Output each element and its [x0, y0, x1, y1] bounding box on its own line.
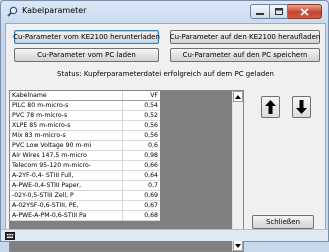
save-to-pc-button[interactable]: Cu-Parameter auf den PC speichern — [170, 48, 320, 62]
table-row[interactable]: A-2YF-0,4- STIII Full, 0,64 — [10, 171, 160, 181]
keyboard-icon — [5, 232, 15, 240]
minimize-button[interactable] — [250, 4, 270, 19]
table-row[interactable]: Air Wires 147,5 m-micro 0,98 — [10, 151, 160, 161]
vf-cell[interactable]: 0,98 — [123, 151, 160, 160]
cable-name-cell[interactable]: PILC 80 m-micro-s — [10, 101, 123, 110]
cable-name-cell[interactable]: XLPE 85 m-micro-s — [10, 121, 123, 130]
download-from-ke2100-button[interactable]: Cu-Parameter vom KE2100 herunterladen — [13, 30, 160, 44]
load-from-pc-button[interactable]: Cu-Parameter vom PC laden — [14, 48, 159, 62]
table-grid: Kabelname VF PILC 80 m-micro-s 0,54 PVC 7… — [10, 91, 160, 221]
move-up-button[interactable] — [261, 96, 280, 118]
cable-name-cell[interactable]: A-PWE-A-PM-0,6-STIII Pa — [10, 211, 123, 220]
move-down-button[interactable] — [292, 96, 311, 118]
vf-cell[interactable]: 0,54 — [123, 101, 160, 110]
arrow-up-icon — [265, 100, 276, 114]
cable-name-cell[interactable]: A-PWE-0,4-STIII Paper, — [10, 181, 123, 190]
cable-name-cell[interactable]: A-2YF-0,4- STIII Full, — [10, 171, 123, 180]
vf-cell[interactable]: 0,67 — [123, 201, 160, 210]
cable-name-cell[interactable]: A-02YSF-0,6-STIII, PE, — [10, 201, 123, 210]
maximize-icon — [274, 8, 283, 15]
table-row[interactable]: A-PWE-0,4-STIII Paper, 0,7 — [10, 181, 160, 191]
table-row[interactable]: XLPE 85 m-micro-s 0,56 — [10, 121, 160, 131]
minimize-icon — [256, 12, 264, 15]
table-row[interactable]: PVC 78 m-micro-s 0,52 — [10, 111, 160, 121]
cable-name-cell[interactable]: PVC 78 m-micro-s — [10, 111, 123, 120]
triangle-down-icon — [235, 243, 241, 248]
close-icon — [300, 7, 309, 16]
status-bar — [1, 229, 328, 241]
column-header-name[interactable]: Kabelname — [10, 91, 123, 100]
vf-cell[interactable]: 0,6 — [123, 141, 160, 150]
table-row[interactable]: -02Y-0,5-STIII Zell, P 0,69 — [10, 191, 160, 201]
scroll-up-button[interactable] — [233, 91, 243, 102]
cable-name-cell[interactable]: Mix 83 m-micro-s — [10, 131, 123, 140]
vf-cell[interactable]: 0,69 — [123, 191, 160, 200]
cable-name-cell[interactable]: Telecom 95-120 m-micro- — [10, 161, 123, 170]
table-row[interactable]: PILC 80 m-micro-s 0,54 — [10, 101, 160, 111]
triangle-up-icon — [235, 94, 241, 99]
cable-parameter-table[interactable]: Kabelname VF PILC 80 m-micro-s 0,54 PVC 7… — [9, 90, 244, 252]
arrow-down-icon — [296, 100, 307, 114]
table-header-row: Kabelname VF — [10, 91, 160, 101]
vertical-scrollbar[interactable] — [232, 91, 243, 251]
vf-cell[interactable]: 0,64 — [123, 171, 160, 180]
maximize-button[interactable] — [270, 4, 288, 19]
window-title: Kabelparameter — [22, 6, 87, 15]
main-window: Kabelparameter Cu-Parameter vom KE2100 h… — [0, 0, 329, 252]
vf-cell[interactable]: 0,52 — [123, 111, 160, 120]
vf-cell[interactable]: 0,7 — [123, 181, 160, 190]
vf-cell[interactable]: 0,56 — [123, 131, 160, 140]
vf-cell[interactable]: 0,56 — [123, 121, 160, 130]
table-row[interactable]: PVC Low Voltage 90 m-mi 0,6 — [10, 141, 160, 151]
magnifier-icon — [7, 6, 18, 17]
title-bar[interactable]: Kabelparameter — [1, 1, 328, 23]
status-message: Status: Kupferparameterdatei erfolgreich… — [57, 70, 274, 78]
cable-name-cell[interactable]: PVC Low Voltage 90 m-mi — [10, 141, 123, 150]
table-row[interactable]: A-PWE-A-PM-0,6-STIII Pa 0,68 — [10, 211, 160, 221]
cable-name-cell[interactable]: -02Y-0,5-STIII Zell, P — [10, 191, 123, 200]
close-button[interactable]: Schließen — [252, 215, 314, 229]
upload-to-ke2100-button[interactable]: Cu-Parameter auf den KE2100 heraufladen — [170, 30, 320, 44]
vf-cell[interactable]: 0,68 — [123, 211, 160, 220]
column-header-vf[interactable]: VF — [123, 91, 160, 100]
window-controls — [250, 4, 322, 19]
table-row[interactable]: A-02YSF-0,6-STIII, PE, 0,67 — [10, 201, 160, 211]
table-row[interactable]: Mix 83 m-micro-s 0,56 — [10, 131, 160, 141]
vf-cell[interactable]: 0,66 — [123, 161, 160, 170]
cable-name-cell[interactable]: Air Wires 147,5 m-micro — [10, 151, 123, 160]
table-row[interactable]: Telecom 95-120 m-micro- 0,66 — [10, 161, 160, 171]
close-window-button[interactable] — [288, 4, 322, 19]
client-area: Cu-Parameter vom KE2100 herunterladen Cu… — [5, 23, 326, 252]
